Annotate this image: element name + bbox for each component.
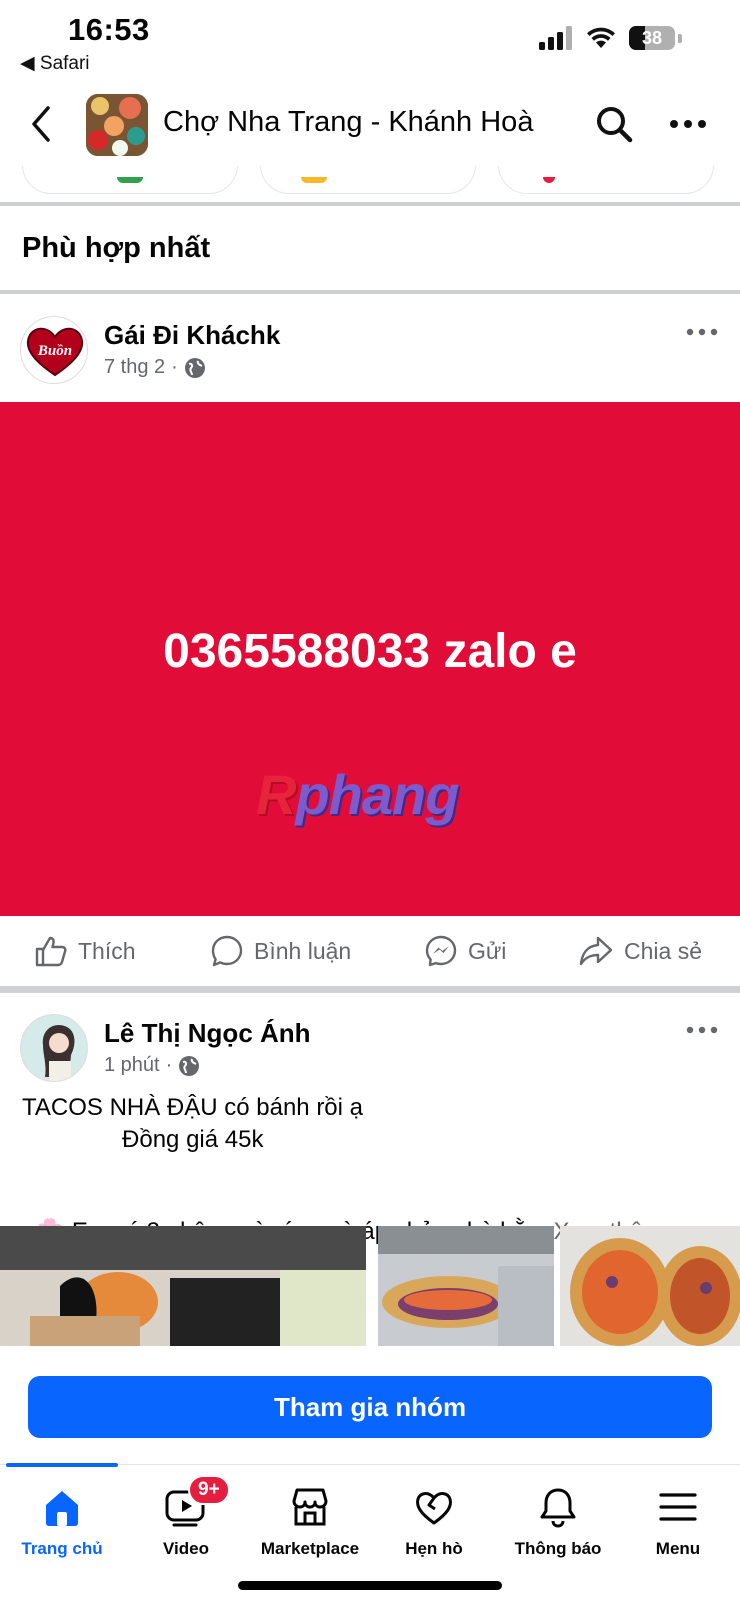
tab-menu[interactable]: Menu bbox=[616, 1485, 740, 1575]
girl-avatar-icon bbox=[21, 1015, 87, 1081]
post-photo[interactable] bbox=[560, 1226, 740, 1346]
search-icon[interactable] bbox=[594, 104, 634, 144]
share-button[interactable]: Chia sẻ bbox=[578, 934, 702, 968]
comment-label: Bình luận bbox=[254, 937, 352, 964]
battery-level: 38 bbox=[641, 27, 663, 48]
join-bar: Tham gia nhóm bbox=[0, 1346, 740, 1464]
like-button[interactable]: Thích bbox=[34, 934, 136, 968]
tab-label: Thông báo bbox=[514, 1539, 602, 1558]
video-icon-wrap: 9+ bbox=[164, 1475, 230, 1529]
taco-photo-icon bbox=[560, 1226, 740, 1346]
divider bbox=[0, 290, 740, 294]
active-tab-indicator bbox=[6, 1463, 118, 1467]
tab-notifications[interactable]: Thông báo bbox=[496, 1485, 620, 1575]
send-label: Gửi bbox=[468, 937, 507, 964]
avatar-text: Buồn bbox=[37, 343, 72, 359]
post-meta: 7 thg 2 · bbox=[104, 356, 206, 379]
watermark-part-a: R bbox=[256, 763, 296, 826]
tab-label: Menu bbox=[655, 1539, 701, 1558]
meta-separator: · bbox=[165, 1054, 173, 1076]
chip[interactable] bbox=[498, 166, 714, 194]
avatar[interactable] bbox=[20, 1014, 88, 1082]
group-title[interactable]: Chợ Nha Trang - Khánh Hoà bbox=[163, 106, 533, 139]
watermark-logo: Rphang bbox=[256, 762, 459, 827]
tab-video[interactable]: 9+ Video bbox=[124, 1475, 248, 1575]
home-indicator[interactable] bbox=[238, 1581, 502, 1590]
share-label: Chia sẻ bbox=[624, 937, 702, 964]
heart-avatar-icon: Buồn bbox=[26, 327, 84, 377]
meta-separator: · bbox=[171, 356, 178, 378]
tab-label: Hẹn hò bbox=[405, 1539, 463, 1558]
status-bar: 16:53 ◀ Safari 38 bbox=[0, 0, 740, 80]
messenger-icon bbox=[425, 935, 457, 967]
status-icons: 38 bbox=[539, 26, 682, 50]
post-time[interactable]: 7 thg 2 bbox=[104, 356, 165, 379]
bottom-tab-bar: Trang chủ 9+ Video Marketplace Hẹn hò Th… bbox=[0, 1463, 740, 1600]
like-icon bbox=[35, 936, 67, 967]
comment-button[interactable]: Bình luận bbox=[210, 934, 351, 968]
group-thumbnail[interactable] bbox=[86, 94, 148, 156]
post-image[interactable]: 0365588033 zalo e Rphang bbox=[0, 402, 740, 916]
battery-tip bbox=[678, 33, 682, 43]
divider bbox=[0, 202, 740, 206]
chip[interactable] bbox=[260, 166, 476, 194]
tab-label: Marketplace bbox=[260, 1539, 360, 1558]
taco-photo-icon bbox=[378, 1226, 554, 1346]
post-photos bbox=[0, 1226, 740, 1346]
tab-dating[interactable]: Hẹn hò bbox=[372, 1485, 496, 1575]
feature-chips bbox=[0, 166, 740, 202]
video-badge: 9+ bbox=[188, 1475, 230, 1505]
food-photo-icon bbox=[0, 1226, 366, 1346]
post-text-line: TACOS NHÀ ĐẬU có bánh rồi ạ bbox=[22, 1094, 364, 1121]
back-chevron-icon[interactable] bbox=[26, 104, 56, 144]
post-time[interactable]: 1 phút bbox=[104, 1054, 160, 1077]
post-more-icon[interactable] bbox=[686, 1025, 718, 1035]
menu-icon bbox=[659, 1493, 697, 1521]
post-text-line: Đồng giá 45k bbox=[22, 1126, 264, 1153]
like-label: Thích bbox=[78, 937, 136, 964]
more-icon[interactable] bbox=[668, 114, 708, 134]
home-icon bbox=[46, 1491, 78, 1526]
post-actions: Thích Bình luận Gửi Chia sẻ bbox=[0, 916, 740, 986]
group-header: Chợ Nha Trang - Khánh Hoà bbox=[0, 86, 740, 166]
globe-icon bbox=[179, 1055, 200, 1076]
tab-label: Trang chủ bbox=[21, 1539, 103, 1558]
share-icon bbox=[579, 936, 613, 966]
food-photo-icon bbox=[86, 94, 148, 156]
dating-heart-icon bbox=[416, 1492, 452, 1525]
marketplace-icon bbox=[292, 1488, 328, 1526]
chip[interactable] bbox=[22, 166, 238, 194]
wifi-icon bbox=[587, 27, 615, 48]
signal-icon bbox=[539, 26, 572, 50]
divider bbox=[0, 986, 740, 993]
tab-home[interactable]: Trang chủ bbox=[0, 1485, 124, 1575]
post-author[interactable]: Gái Đi Kháchk bbox=[104, 320, 280, 351]
send-button[interactable]: Gửi bbox=[424, 934, 506, 968]
post-meta: 1 phút · bbox=[104, 1054, 200, 1077]
back-to-safari-link[interactable]: ◀ Safari bbox=[20, 52, 90, 75]
post-author[interactable]: Lê Thị Ngọc Ánh bbox=[104, 1018, 311, 1049]
post-more-icon[interactable] bbox=[686, 327, 718, 337]
avatar[interactable]: Buồn bbox=[20, 316, 88, 384]
post-photo[interactable] bbox=[0, 1226, 366, 1346]
comment-icon bbox=[211, 935, 243, 967]
post-photo[interactable] bbox=[378, 1226, 554, 1346]
battery-icon: 38 bbox=[629, 26, 675, 50]
globe-icon bbox=[184, 357, 205, 378]
join-group-button[interactable]: Tham gia nhóm bbox=[28, 1376, 712, 1438]
watermark-part-b: phang bbox=[295, 763, 459, 826]
post-image-text: 0365588033 zalo e bbox=[163, 625, 577, 678]
status-time: 16:53 bbox=[68, 12, 150, 47]
tab-label: Video bbox=[163, 1539, 209, 1558]
section-title[interactable]: Phù hợp nhất bbox=[22, 232, 210, 265]
tab-marketplace[interactable]: Marketplace bbox=[248, 1485, 372, 1575]
bell-icon bbox=[540, 1488, 576, 1528]
